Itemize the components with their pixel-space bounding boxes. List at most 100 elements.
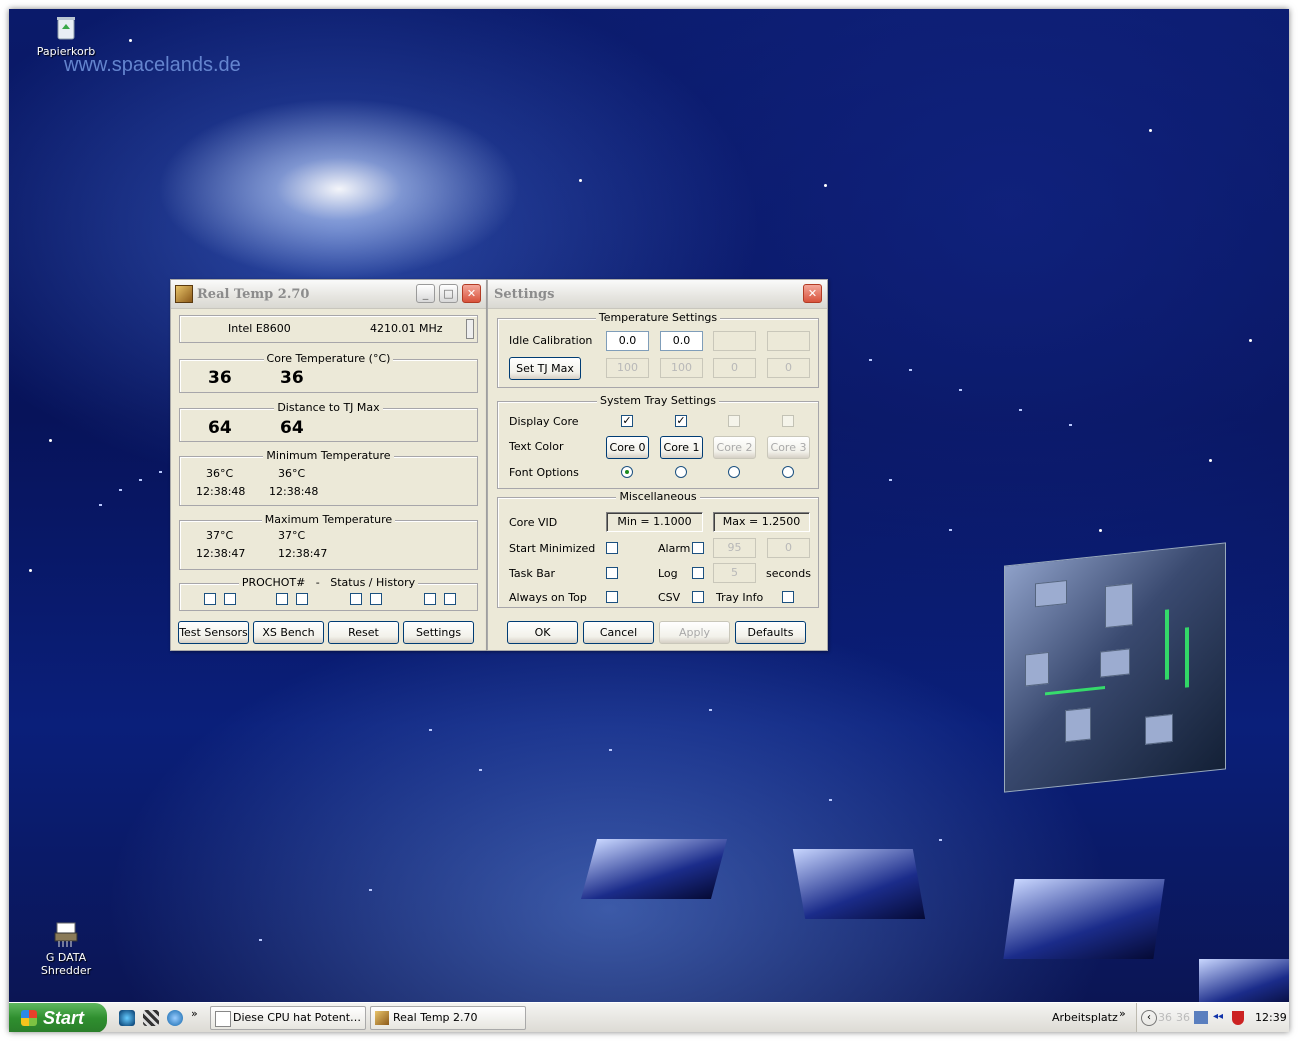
text-color-label: Text Color xyxy=(509,440,564,453)
prochot-history-checkbox[interactable] xyxy=(444,593,456,605)
maximize-button[interactable]: □ xyxy=(439,284,458,303)
core1-max-temp: 37°C xyxy=(278,529,306,542)
core1-max-time: 12:38:47 xyxy=(278,547,328,560)
always-on-top-checkbox[interactable] xyxy=(606,591,618,603)
display-core0-checkbox[interactable]: ✓ xyxy=(621,415,633,427)
document-icon xyxy=(215,1011,231,1027)
desktop: www.spacelands.de Papierkorb G DATA Shre… xyxy=(9,9,1289,1032)
close-button[interactable]: ✕ xyxy=(803,284,822,303)
debris xyxy=(909,369,912,371)
star xyxy=(1149,129,1152,132)
alarm-checkbox[interactable] xyxy=(692,542,704,554)
taskbar-item-browser[interactable]: Diese CPU hat Potent… xyxy=(210,1006,366,1030)
group-label: Temperature Settings xyxy=(595,311,721,324)
defaults-button[interactable]: Defaults xyxy=(735,621,806,644)
audio-icon[interactable]: ◂◂ xyxy=(1213,1011,1227,1024)
debris xyxy=(99,504,102,506)
idle-calibration-core1-input[interactable]: 0.0 xyxy=(660,331,703,351)
core-temperature-group: Core Temperature (°C) 36 36 xyxy=(179,352,478,393)
debris xyxy=(709,709,712,711)
xs-bench-button[interactable]: XS Bench xyxy=(253,621,324,644)
close-button[interactable]: ✕ xyxy=(462,284,481,303)
gdata-shredder-desktop-icon[interactable]: G DATA Shredder xyxy=(21,919,111,977)
security-icon[interactable] xyxy=(1232,1011,1244,1025)
debris xyxy=(609,749,612,751)
settings-window: Settings ✕ Temperature Settings Idle Cal… xyxy=(487,279,828,651)
cpu-clock: 4210.01 MHz xyxy=(370,322,443,335)
cpu-info-panel: Intel E8600 4210.01 MHz xyxy=(179,315,478,343)
temperature-settings-group: Temperature Settings Idle Calibration 0.… xyxy=(497,311,819,388)
tray-core1-temp[interactable]: 36 xyxy=(1176,1003,1190,1032)
tray-info-checkbox[interactable] xyxy=(782,591,794,603)
internet-explorer-icon[interactable] xyxy=(167,1010,183,1026)
display-core1-checkbox[interactable]: ✓ xyxy=(675,415,687,427)
core1-temp: 36 xyxy=(280,368,304,388)
shredder-icon xyxy=(51,919,81,949)
idle-calibration-core2-input xyxy=(713,331,756,351)
tray-core0-temp[interactable]: 36 xyxy=(1158,1003,1172,1032)
prochot-status-checkbox[interactable] xyxy=(350,593,362,605)
font-option-radio-4[interactable] xyxy=(782,466,794,478)
cpu-scroll-handle[interactable] xyxy=(466,319,474,339)
prochot-history-checkbox[interactable] xyxy=(296,593,308,605)
toolbar-expand-icon[interactable]: » xyxy=(1119,1007,1126,1020)
core1-min-time: 12:38:48 xyxy=(269,485,319,498)
debris xyxy=(829,799,832,801)
alarm-label: Alarm xyxy=(658,542,691,555)
csv-checkbox[interactable] xyxy=(692,591,704,603)
prochot-status-checkbox[interactable] xyxy=(276,593,288,605)
log-checkbox[interactable] xyxy=(692,567,704,579)
distance-tjmax-group: Distance to TJ Max 64 64 xyxy=(179,401,478,442)
prochot-history-checkbox[interactable] xyxy=(370,593,382,605)
group-label: System Tray Settings xyxy=(596,394,719,407)
quicklaunch-expand-icon[interactable]: » xyxy=(191,1007,198,1020)
network-quicklaunch-icon[interactable] xyxy=(119,1010,135,1026)
core1-color-button[interactable]: Core 1 xyxy=(660,436,703,459)
debris xyxy=(259,939,262,941)
debris xyxy=(159,471,162,473)
reset-button[interactable]: Reset xyxy=(328,621,399,644)
settings-button[interactable]: Settings xyxy=(403,621,474,644)
recycle-bin-desktop-icon[interactable]: Papierkorb xyxy=(21,13,111,58)
address-toolbar-label[interactable]: Arbeitsplatz xyxy=(1052,1003,1118,1032)
set-tj-max-button[interactable]: Set TJ Max xyxy=(509,357,581,380)
debris xyxy=(369,889,372,891)
settings-titlebar[interactable]: Settings ✕ xyxy=(488,280,827,309)
group-label: Miscellaneous xyxy=(616,490,700,503)
realtemp-titlebar[interactable]: Real Temp 2.70 _ □ ✕ xyxy=(171,280,486,309)
log-label: Log xyxy=(658,567,678,580)
cube-panel xyxy=(1100,648,1130,678)
debris xyxy=(429,729,432,731)
group-label: PROCHOT# - Status / History xyxy=(238,576,419,589)
realtemp-app-icon xyxy=(375,1011,389,1025)
debris xyxy=(959,389,962,391)
prochot-status-checkbox[interactable] xyxy=(424,593,436,605)
minimize-button[interactable]: _ xyxy=(416,284,435,303)
prochot-status-checkbox[interactable] xyxy=(204,593,216,605)
prochot-history-checkbox[interactable] xyxy=(224,593,236,605)
idle-calibration-core3-input xyxy=(767,331,810,351)
task-bar-checkbox[interactable] xyxy=(606,567,618,579)
tray-expand-icon[interactable]: ‹ xyxy=(1141,1010,1157,1026)
start-minimized-checkbox[interactable] xyxy=(606,542,618,554)
group-label: Core Temperature (°C) xyxy=(263,352,394,365)
idle-calibration-core0-input[interactable]: 0.0 xyxy=(606,331,649,351)
tool-quicklaunch-icon[interactable] xyxy=(143,1010,159,1026)
font-option-radio-3[interactable] xyxy=(728,466,740,478)
font-option-radio-1[interactable] xyxy=(621,466,633,478)
system-tray-settings-group: System Tray Settings Display Core ✓ ✓ Te… xyxy=(497,394,819,489)
cube-light xyxy=(1165,609,1169,680)
cancel-button[interactable]: Cancel xyxy=(583,621,654,644)
start-button[interactable]: Start xyxy=(9,1003,107,1032)
clock[interactable]: 12:39 xyxy=(1255,1003,1287,1032)
test-sensors-button[interactable]: Test Sensors xyxy=(178,621,249,644)
taskbar-item-realtemp[interactable]: Real Temp 2.70 xyxy=(370,1006,526,1030)
font-option-radio-2[interactable] xyxy=(675,466,687,478)
display-core3-checkbox xyxy=(782,415,794,427)
ok-button[interactable]: OK xyxy=(507,621,578,644)
network-icon[interactable] xyxy=(1194,1011,1208,1024)
debris xyxy=(949,529,952,531)
desktop-icon-label: G DATA Shredder xyxy=(40,951,92,977)
core-vid-label: Core VID xyxy=(509,516,558,529)
core0-color-button[interactable]: Core 0 xyxy=(606,436,649,459)
